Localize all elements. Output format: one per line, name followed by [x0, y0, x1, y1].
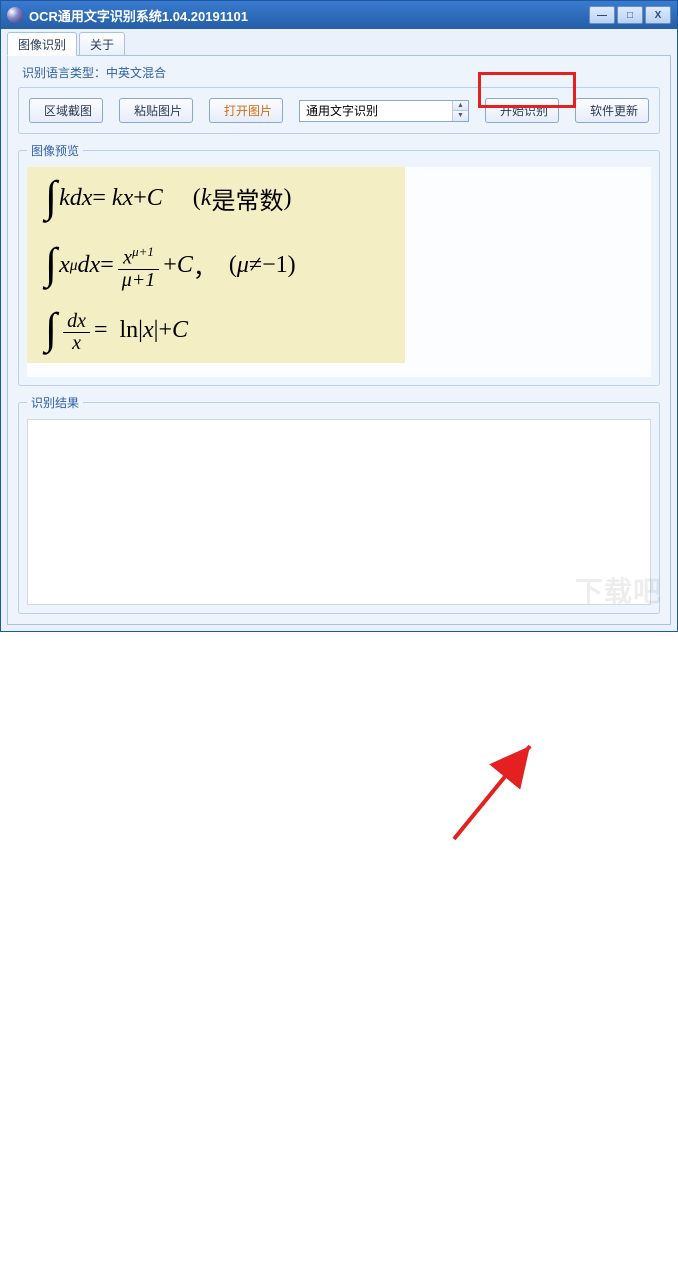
results-group-label: 识别结果: [27, 394, 83, 411]
paste-image-button[interactable]: 粘贴图片: [119, 98, 193, 123]
tab-image-recognition[interactable]: 图像识别: [7, 32, 77, 56]
window-title: OCR通用文字识别系统1.04.20191101: [29, 6, 587, 25]
start-recognize-button[interactable]: 开始识别: [485, 98, 559, 123]
language-value: 中英文混合: [106, 66, 166, 80]
tab-strip: 图像识别 关于: [7, 33, 671, 55]
chevron-up-icon[interactable]: ▲: [453, 101, 468, 111]
preview-group: 图像预览 ∫ kdx = kx + C: [18, 142, 660, 386]
chevron-down-icon[interactable]: ▼: [453, 110, 468, 121]
language-label: 识别语言类型：: [22, 66, 106, 80]
results-textarea[interactable]: [27, 419, 651, 605]
annotation-arrow: [0, 632, 678, 1264]
preview-area: ∫ kdx = kx + C ( k 是常数 ): [27, 167, 651, 377]
preview-group-label: 图像预览: [27, 142, 83, 159]
titlebar: OCR通用文字识别系统1.04.20191101 — □ X: [1, 1, 677, 29]
region-capture-button[interactable]: 区域截图: [29, 98, 103, 123]
language-row: 识别语言类型：中英文混合: [18, 62, 660, 87]
app-icon: [7, 7, 23, 23]
preview-image: ∫ kdx = kx + C ( k 是常数 ): [27, 167, 405, 363]
tab-about[interactable]: 关于: [79, 32, 125, 55]
maximize-button[interactable]: □: [617, 6, 643, 24]
toolbar: 区域截图 粘贴图片 打开图片 通用文字识别 ▲ ▼ 开始识别 软件更新: [18, 87, 660, 134]
mode-select-value: 通用文字识别: [300, 102, 452, 119]
close-button[interactable]: X: [645, 6, 671, 24]
spinner-icon[interactable]: ▲ ▼: [452, 101, 468, 121]
mode-select[interactable]: 通用文字识别 ▲ ▼: [299, 100, 469, 122]
results-group: 识别结果: [18, 394, 660, 614]
tab-panel: 识别语言类型：中英文混合 区域截图 粘贴图片 打开图片 通用文字识别 ▲ ▼ 开…: [7, 55, 671, 625]
open-image-button[interactable]: 打开图片: [209, 98, 283, 123]
minimize-button[interactable]: —: [589, 6, 615, 24]
software-update-button[interactable]: 软件更新: [575, 98, 649, 123]
